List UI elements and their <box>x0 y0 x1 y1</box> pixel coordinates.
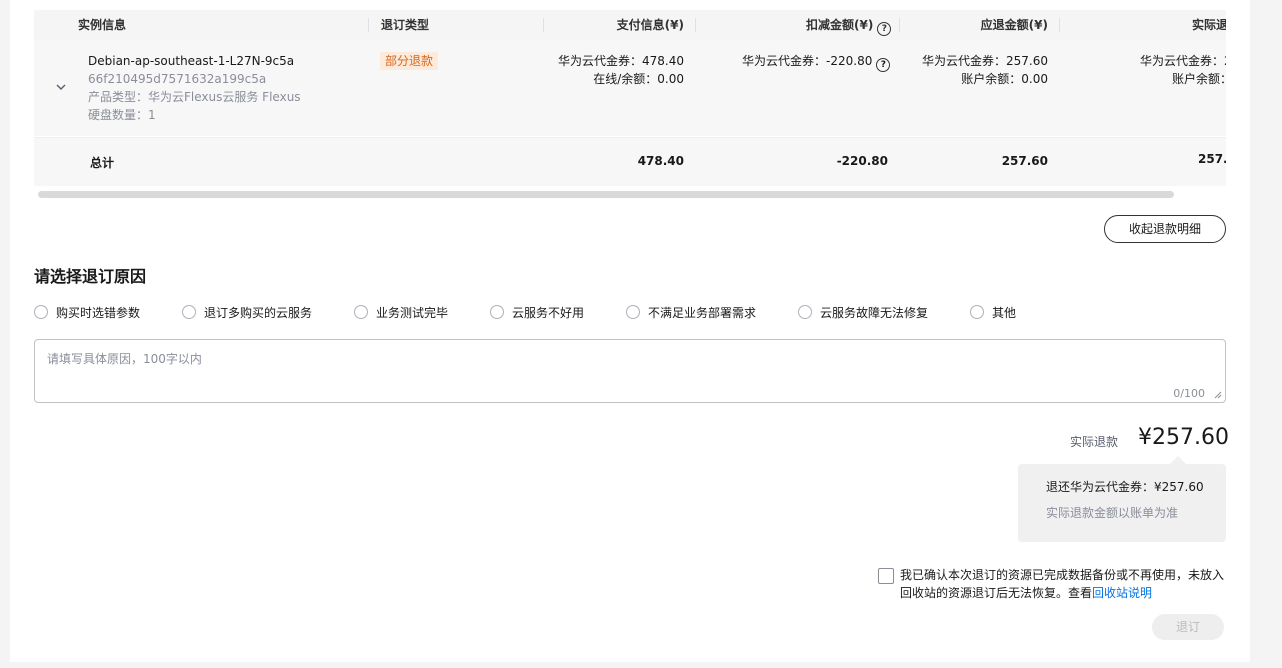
header-divider <box>695 18 696 32</box>
payment-online: 在线/余额：0.00 <box>514 70 684 88</box>
reason-radio[interactable]: 其他 <box>970 302 1016 322</box>
refundable-voucher-label: 华为云代金券： <box>921 54 1006 68</box>
table-header: 实例信息 退订类型 支付信息(¥) 扣减金额(¥)? 应退金额(¥) 实际退 <box>34 10 1226 40</box>
th-refund-type: 退订类型 <box>381 18 430 32</box>
reason-char-counter: 0/100 <box>1173 387 1205 400</box>
deduction-voucher: 华为云代金券：-220.80? <box>742 52 891 72</box>
actual-refund-amount: ¥257.60 <box>1138 425 1229 450</box>
payment-online-label: 在线/余额： <box>593 72 658 86</box>
actual-balance-label: 账户余额： <box>1172 72 1226 86</box>
recycle-bin-link[interactable]: 回收站说明 <box>1092 586 1152 600</box>
refund-note: 实际退款金额以账单为准 <box>1046 506 1179 520</box>
confirm-checkbox[interactable] <box>878 568 894 584</box>
reason-radio[interactable]: 购买时选错参数 <box>34 302 140 322</box>
payment-voucher-value: 478.40 <box>642 54 684 68</box>
refundable-balance-value: 0.00 <box>1021 72 1048 86</box>
chevron-down-icon[interactable] <box>56 82 66 92</box>
refundable-voucher-value: 257.60 <box>1006 54 1048 68</box>
reason-label: 业务测试完毕 <box>376 305 449 320</box>
radio-circle-icon <box>354 305 368 319</box>
radio-circle-icon <box>490 305 504 319</box>
reason-section-title: 请选择退订原因 <box>34 267 147 286</box>
reason-placeholder: 请填写具体原因，100字以内 <box>47 352 202 366</box>
th-instance-info: 实例信息 <box>78 18 127 32</box>
total-deduction: -220.80 <box>836 154 888 168</box>
total-refundable: 257.60 <box>1001 154 1048 168</box>
payment-voucher-label: 华为云代金券： <box>557 54 642 68</box>
actual-refund-label: 实际退款 <box>1070 435 1119 449</box>
actual-voucher-label: 华为云代金券： <box>1140 54 1225 68</box>
reason-label: 其他 <box>992 305 1017 320</box>
collapse-refund-detail-button[interactable]: 收起退款明细 <box>1104 215 1226 243</box>
radio-circle-icon <box>626 305 640 319</box>
th-deduction: 扣减金额(¥)? <box>806 10 892 40</box>
payment-voucher: 华为云代金券：478.40 <box>514 52 684 70</box>
total-payment: 478.40 <box>637 154 684 168</box>
reason-label: 不满足业务部署需求 <box>648 305 757 320</box>
reason-label: 云服务不好用 <box>512 305 585 320</box>
refundable-balance: 账户余额：0.00 <box>878 70 1048 88</box>
refundable-balance-label: 账户余额： <box>961 72 1022 86</box>
refund-breakdown-tooltip: 退还华为云代金券：¥257.60 实际退款金额以账单为准 <box>1018 464 1226 542</box>
question-circle-icon[interactable]: ? <box>877 22 892 36</box>
total-label: 总计 <box>90 156 115 170</box>
radio-circle-icon <box>970 305 984 319</box>
reason-radio[interactable]: 业务测试完毕 <box>354 302 448 322</box>
reason-radio[interactable]: 云服务故障无法修复 <box>798 302 928 322</box>
th-refundable: 应退金额(¥) <box>980 18 1048 32</box>
th-actual: 实际退 <box>1192 18 1226 32</box>
radio-circle-icon <box>798 305 812 319</box>
reason-radio[interactable]: 退订多购买的云服务 <box>182 302 312 322</box>
refund-breakdown-line: 退还华为云代金券：¥257.60 <box>1046 480 1204 494</box>
deduction-value: -220.80 <box>826 54 873 68</box>
reason-radio[interactable]: 云服务不好用 <box>490 302 584 322</box>
header-divider <box>899 18 900 32</box>
reason-label: 购买时选错参数 <box>56 305 141 320</box>
refund-type-badge: 部分退款 <box>380 52 439 70</box>
table-total-row: 总计 478.40 -220.80 257.60 257.6 <box>34 137 1226 186</box>
horizontal-scrollbar[interactable] <box>38 191 1174 198</box>
tooltip-arrow <box>1170 456 1186 464</box>
instance-name: Debian-ap-southeast-1-L27N-9c5a <box>88 54 295 68</box>
unsubscribe-button[interactable]: 退订 <box>1152 614 1224 640</box>
resize-handle-icon[interactable] <box>1214 391 1222 399</box>
th-payment-info: 支付信息(¥) <box>616 18 684 32</box>
confirm-statement: 我已确认本次退订的资源已完成数据备份或不再使用，未放入回收站的资源退订后无法恢复… <box>900 566 1230 602</box>
radio-circle-icon <box>34 305 48 319</box>
th-deduction-label: 扣减金额(¥) <box>806 18 874 32</box>
instance-id: 66f210495d7571632a199c5a <box>88 72 267 86</box>
reason-radio[interactable]: 不满足业务部署需求 <box>626 302 756 322</box>
disk-count: 硬盘数量：1 <box>88 108 156 122</box>
refund-detail-table: 实例信息 退订类型 支付信息(¥) 扣减金额(¥)? 应退金额(¥) 实际退 D… <box>34 0 1226 188</box>
reason-label: 退订多购买的云服务 <box>204 305 313 320</box>
header-divider <box>1059 18 1060 32</box>
radio-circle-icon <box>182 305 196 319</box>
header-divider <box>543 18 544 32</box>
actual-voucher-value: 2 <box>1224 54 1226 68</box>
confirm-text: 我已确认本次退订的资源已完成数据备份或不再使用，未放入回收站的资源退订后无法恢复… <box>900 568 1225 600</box>
total-actual: 257.6 <box>1198 152 1226 166</box>
deduction-label: 华为云代金券： <box>742 54 827 68</box>
actual-voucher: 华为云代金券：2 <box>1140 52 1226 70</box>
reason-textarea[interactable]: 请填写具体原因，100字以内 0/100 <box>34 339 1226 403</box>
product-type: 产品类型：华为云Flexus云服务 Flexus <box>88 90 301 104</box>
table-row: Debian-ap-southeast-1-L27N-9c5a 66f21049… <box>34 40 1226 136</box>
refund-card: 实例信息 退订类型 支付信息(¥) 扣减金额(¥)? 应退金额(¥) 实际退 D… <box>10 0 1250 662</box>
header-divider <box>368 18 369 32</box>
refundable-voucher: 华为云代金券：257.60 <box>878 52 1048 70</box>
reason-label: 云服务故障无法修复 <box>820 305 929 320</box>
actual-balance: 账户余额： <box>1172 70 1226 88</box>
payment-online-value: 0.00 <box>657 72 684 86</box>
